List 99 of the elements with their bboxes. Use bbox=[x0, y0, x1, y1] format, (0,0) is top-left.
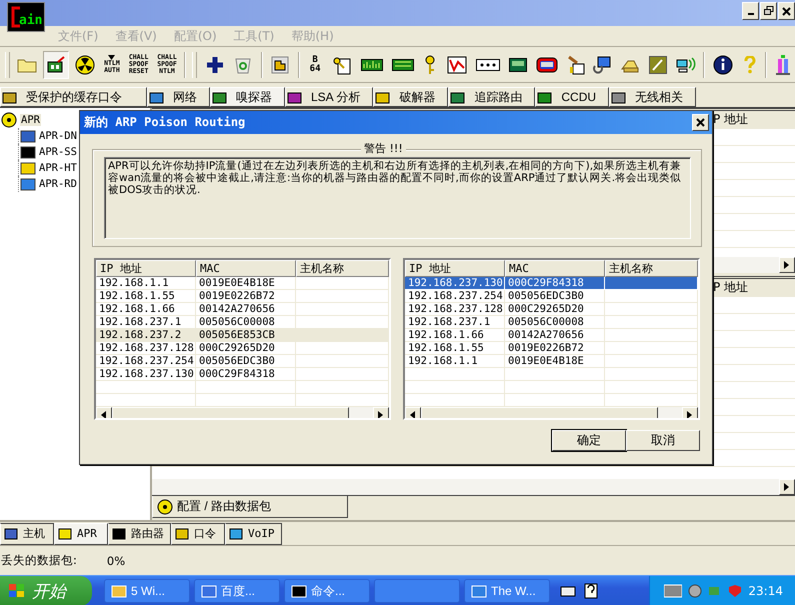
square-icon bbox=[111, 526, 127, 542]
help-icon[interactable] bbox=[584, 583, 598, 599]
square-icon bbox=[450, 90, 466, 104]
close-button[interactable] bbox=[692, 114, 709, 131]
warning-text: APR可以允许你劫持IP流量(通过在左边列表所选的主机和右边所有选择的主机列表,在相同的方向下),如果所选主机有兼容wan流量的将会被中途截止,请注意:当你的机器与路由器的配置不同时,而你的设置ARP通过了默认网关.将会出现类似被DOS攻击的状况. bbox=[104, 157, 691, 239]
square-icon bbox=[291, 584, 307, 598]
tab[interactable]: VoIP bbox=[225, 522, 282, 544]
taskbar-button[interactable]: The W... bbox=[464, 579, 550, 603]
square-icon bbox=[149, 90, 165, 104]
left-arrow-icon bbox=[101, 411, 107, 418]
square-icon bbox=[287, 90, 303, 104]
table-row[interactable]: 192.168.1.1 0019E0E4B18E bbox=[96, 277, 389, 290]
down-arrow-icon bbox=[108, 55, 116, 60]
radiation-icon bbox=[157, 498, 173, 514]
tab[interactable]: 口令 bbox=[171, 522, 225, 544]
taskbar-button[interactable]: 百度... bbox=[194, 579, 280, 603]
square-icon bbox=[111, 584, 127, 598]
tab[interactable]: 追踪路由 bbox=[448, 87, 536, 107]
square-icon bbox=[3, 526, 19, 542]
square-icon bbox=[537, 90, 554, 104]
dialog-title: 新的 ARP Poison Routing bbox=[84, 114, 246, 131]
keyboard-icon[interactable] bbox=[560, 584, 576, 598]
taskbar-button[interactable]: 5 Wi... bbox=[104, 579, 190, 603]
speaker-icon[interactable] bbox=[688, 584, 702, 598]
square-icon bbox=[228, 526, 244, 542]
column-header[interactable]: 主机名称 bbox=[296, 260, 389, 277]
close-icon bbox=[782, 6, 791, 16]
scroll-right-button[interactable] bbox=[779, 257, 795, 273]
cancel-button[interactable]: 取消 bbox=[626, 430, 700, 451]
minimize-icon bbox=[748, 13, 754, 15]
right-arrow-icon bbox=[784, 483, 790, 491]
tab[interactable]: 受保护的缓存口令 bbox=[0, 87, 147, 107]
tree-item[interactable]: APR-DN bbox=[18, 128, 77, 144]
table-row[interactable]: 192.168.237.1 005056C00008 bbox=[405, 316, 698, 329]
taskbar-button[interactable]: 命令... bbox=[284, 579, 370, 603]
scroll-right-button[interactable] bbox=[779, 479, 795, 495]
ok-button[interactable]: 确定 bbox=[552, 430, 626, 451]
table-row[interactable]: 192.168.237.254 005056EDC3B0 bbox=[405, 290, 698, 303]
base64-button[interactable]: B 64 bbox=[304, 50, 326, 78]
clock: 23:14 bbox=[748, 584, 783, 598]
table-row[interactable]: 192.168.237.128 000C29265D20 bbox=[96, 342, 389, 355]
column-header[interactable]: IP 地址 bbox=[405, 260, 505, 277]
tab[interactable]: 路由器 bbox=[108, 522, 171, 544]
tree-item[interactable]: APR-RD bbox=[18, 176, 77, 192]
column-header[interactable]: IP 地址 bbox=[96, 260, 196, 277]
table-row[interactable]: 192.168.237.128 000C29265D20 bbox=[405, 303, 698, 316]
left-arrow-icon bbox=[410, 411, 416, 418]
group-title: 警告 !!! bbox=[361, 141, 406, 156]
tab[interactable]: 破解器 bbox=[373, 87, 448, 107]
square-icon bbox=[57, 526, 73, 542]
tree-item[interactable]: APR-HT bbox=[18, 160, 77, 176]
square-icon bbox=[174, 526, 190, 542]
tab[interactable]: APR bbox=[54, 522, 108, 544]
table-row[interactable]: 192.168.237.254 005056EDC3B0 bbox=[96, 355, 389, 368]
table-row[interactable]: 192.168.237.130 000C29F84318 bbox=[405, 277, 698, 290]
right-arrow-icon bbox=[687, 411, 693, 418]
square-icon bbox=[19, 160, 37, 176]
table-row[interactable]: 192.168.1.55 0019E0226B72 bbox=[405, 342, 698, 355]
square-icon bbox=[2, 90, 18, 104]
table-row[interactable]: 192.168.1.1 0019E0E4B18E bbox=[405, 355, 698, 368]
square-icon bbox=[611, 90, 628, 104]
vm-icon[interactable] bbox=[664, 584, 682, 598]
close-button[interactable] bbox=[778, 2, 795, 20]
restore-button[interactable] bbox=[760, 2, 777, 20]
tree-item[interactable]: APR-SS bbox=[18, 144, 77, 160]
square-icon bbox=[471, 584, 487, 598]
tab[interactable]: LSA 分析 bbox=[285, 87, 374, 107]
right-arrow-icon bbox=[378, 411, 384, 418]
square-icon bbox=[212, 90, 228, 104]
app-logo: ain bbox=[7, 2, 45, 32]
square-icon bbox=[201, 584, 217, 598]
square-icon bbox=[19, 144, 37, 160]
restore-icon bbox=[764, 6, 774, 16]
minimize-button[interactable] bbox=[742, 2, 759, 20]
square-icon bbox=[19, 128, 37, 144]
right-arrow-icon bbox=[784, 261, 790, 269]
column-header[interactable]: MAC bbox=[196, 260, 296, 277]
square-icon bbox=[375, 90, 392, 104]
status-label: 丢失的数据包: bbox=[1, 553, 77, 568]
column-header[interactable]: 主机名称 bbox=[605, 260, 698, 277]
column-header[interactable]: MAC bbox=[505, 260, 605, 277]
table-row[interactable]: 192.168.237.130 000C29F84318 bbox=[96, 368, 389, 381]
tab[interactable]: 网络 bbox=[147, 87, 210, 107]
network-card-icon[interactable] bbox=[43, 50, 70, 78]
table-row[interactable]: 192.168.1.55 0019E0226B72 bbox=[96, 290, 389, 303]
tab[interactable]: CCDU bbox=[535, 87, 610, 107]
tab[interactable]: 配置 / 路由数据包 bbox=[152, 496, 348, 518]
table-row[interactable]: 192.168.1.66 00142A270656 bbox=[405, 329, 698, 342]
tab[interactable]: 无线相关 bbox=[609, 87, 696, 107]
tab[interactable]: 主机 bbox=[0, 522, 54, 544]
close-icon bbox=[696, 118, 705, 127]
table-row[interactable]: 192.168.1.66 00142A270656 bbox=[96, 303, 389, 316]
flag-icon bbox=[8, 583, 26, 599]
tab[interactable]: 嗅探器 bbox=[210, 87, 285, 107]
status-value: 0% bbox=[106, 554, 126, 568]
radiation-icon bbox=[1, 112, 17, 128]
table-row[interactable]: 192.168.237.2 005056E853CB bbox=[96, 329, 389, 342]
tree-item-label[interactable]: APR bbox=[0, 111, 41, 128]
square-icon bbox=[19, 176, 37, 192]
